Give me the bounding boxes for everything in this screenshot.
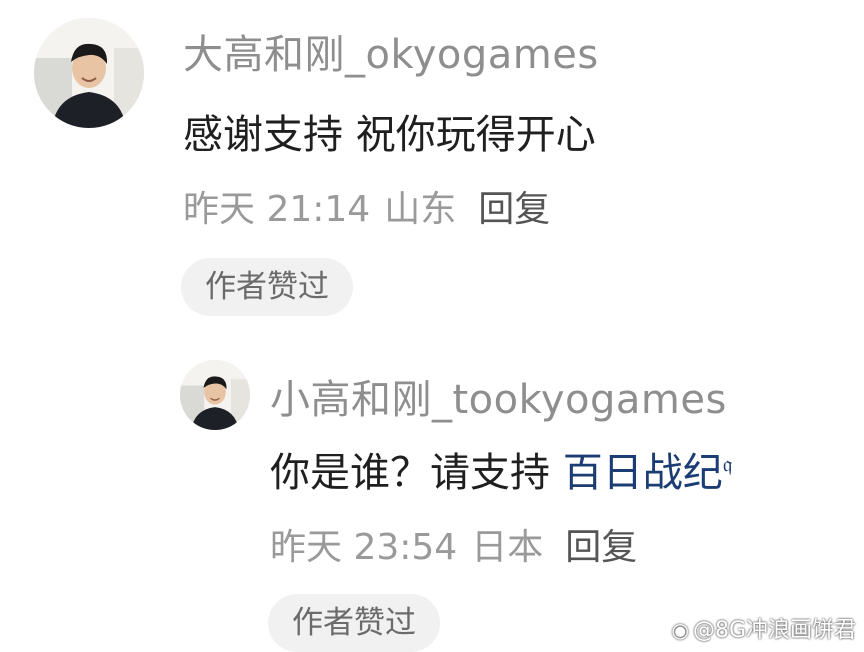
comment-text: 感谢支持 祝你玩得开心 bbox=[183, 112, 596, 158]
comment-meta: 昨天 21:14 山东 回复 bbox=[183, 180, 564, 232]
author-liked-badge: 作者赞过 bbox=[268, 594, 440, 652]
weibo-icon: ◉ bbox=[671, 618, 689, 642]
search-icon[interactable]: 𝔮 bbox=[723, 453, 733, 478]
avatar-photo bbox=[34, 18, 144, 128]
avatar[interactable] bbox=[180, 360, 250, 430]
comment-text-prefix: 你是谁？请支持 bbox=[270, 450, 550, 496]
topic-link[interactable]: 百日战纪 bbox=[563, 450, 723, 496]
avatar[interactable] bbox=[34, 18, 144, 128]
watermark-text: @8G冲浪画饼君 bbox=[692, 618, 856, 643]
comment-text: 你是谁？请支持 百日战纪𝔮 bbox=[270, 440, 732, 498]
reply-button[interactable]: 回复 bbox=[565, 527, 637, 568]
comment-location: 山东 bbox=[384, 189, 457, 230]
comment-username[interactable]: 大高和刚_okyogames bbox=[183, 22, 599, 80]
avatar-photo bbox=[180, 360, 250, 430]
comment-time: 昨天 23:54 bbox=[270, 527, 458, 568]
author-liked-badge: 作者赞过 bbox=[181, 258, 353, 316]
reply-button[interactable]: 回复 bbox=[478, 189, 550, 230]
comment-time: 昨天 21:14 bbox=[183, 189, 371, 230]
comment-username[interactable]: 小高和刚_tookyogames bbox=[270, 367, 727, 425]
comment-meta: 昨天 23:54 日本 回复 bbox=[270, 518, 651, 570]
comment-location: 日本 bbox=[471, 527, 544, 568]
watermark: ◉ @8G冲浪画饼君 bbox=[672, 612, 857, 644]
